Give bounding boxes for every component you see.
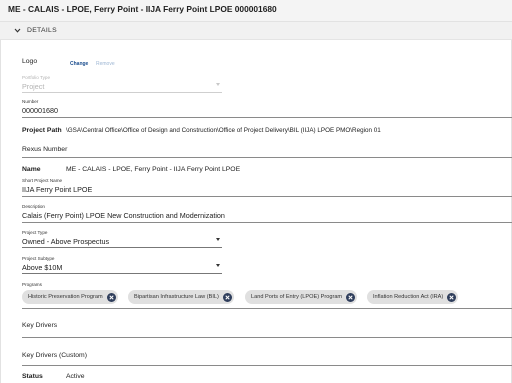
project-type-select[interactable]: Owned - Above Prospectus bbox=[22, 237, 109, 246]
logo-remove-link[interactable]: Remove bbox=[96, 61, 115, 67]
description-underline bbox=[22, 222, 512, 223]
short-project-name-label: Short Project Name bbox=[22, 178, 63, 183]
name-label: Name bbox=[22, 166, 41, 173]
programs-underline bbox=[22, 308, 512, 309]
program-chip[interactable]: Land Ports of Entry (LPOE) Program bbox=[245, 290, 358, 304]
key-drivers-custom-underline[interactable] bbox=[22, 365, 512, 366]
close-circle-icon[interactable] bbox=[346, 292, 356, 302]
page-header: ME - CALAIS - LPOE, Ferry Point - IIJA F… bbox=[0, 0, 512, 22]
logo-label: Logo bbox=[22, 58, 38, 65]
program-chip-label: Historic Preservation Program bbox=[28, 294, 103, 300]
project-type-underline bbox=[22, 247, 222, 248]
chevron-down-icon[interactable] bbox=[14, 27, 21, 34]
project-subtype-label: Project Subtype bbox=[22, 256, 55, 261]
caret-down-icon[interactable] bbox=[216, 238, 220, 241]
program-chip-label: Bipartisan Infrastructure Law (BIL) bbox=[134, 294, 219, 300]
description-label: Description bbox=[22, 204, 45, 209]
program-chip[interactable]: Historic Preservation Program bbox=[22, 290, 118, 304]
key-drivers-custom-label: Key Drivers (Custom) bbox=[22, 352, 87, 359]
key-drivers-underline[interactable] bbox=[22, 337, 512, 338]
close-circle-icon[interactable] bbox=[106, 292, 116, 302]
number-underline bbox=[22, 117, 512, 118]
rexus-number-underline bbox=[22, 157, 512, 158]
close-circle-icon[interactable] bbox=[222, 292, 232, 302]
short-project-name-underline bbox=[22, 196, 512, 197]
project-type-label: Project Type bbox=[22, 230, 48, 235]
programs-label: Programs bbox=[22, 282, 42, 287]
program-chip[interactable]: Bipartisan Infrastructure Law (BIL) bbox=[128, 290, 234, 304]
name-value: ME - CALAIS - LPOE, Ferry Point - IIJA F… bbox=[66, 166, 241, 173]
logo-change-link[interactable]: Change bbox=[70, 61, 88, 67]
rexus-number-label: Rexus Number bbox=[22, 146, 68, 153]
project-path-label: Project Path bbox=[22, 127, 62, 134]
program-chip[interactable]: Inflation Reduction Act (IRA) bbox=[367, 290, 459, 304]
project-subtype-select[interactable]: Above $10M bbox=[22, 263, 62, 272]
project-path-value: \GSA\Central Office\Office of Design and… bbox=[66, 127, 381, 134]
close-circle-icon[interactable] bbox=[447, 292, 457, 302]
caret-down-icon bbox=[216, 83, 220, 86]
number-label: Number bbox=[22, 99, 39, 104]
section-title: DETAILS bbox=[27, 27, 57, 34]
short-project-name-field[interactable]: IIJA Ferry Point LPOE bbox=[22, 185, 92, 194]
program-chip-label: Land Ports of Entry (LPOE) Program bbox=[251, 294, 343, 300]
project-subtype-underline bbox=[22, 273, 222, 274]
portfolio-type-underline bbox=[22, 92, 222, 93]
description-field[interactable]: Calais (Ferry Point) LPOE New Constructi… bbox=[22, 211, 225, 220]
caret-down-icon[interactable] bbox=[216, 264, 220, 267]
status-value: Active bbox=[66, 373, 85, 380]
portfolio-type-label: Portfolio Type bbox=[22, 75, 51, 80]
portfolio-type-value[interactable]: Project bbox=[22, 82, 44, 91]
details-section-header[interactable]: DETAILS bbox=[0, 22, 512, 40]
number-field[interactable]: 000001680 bbox=[22, 106, 58, 115]
program-chip-label: Inflation Reduction Act (IRA) bbox=[373, 294, 444, 300]
key-drivers-label: Key Drivers bbox=[22, 322, 58, 329]
page-title: ME - CALAIS - LPOE, Ferry Point - IIJA F… bbox=[8, 4, 277, 14]
status-label: Status bbox=[22, 373, 43, 380]
